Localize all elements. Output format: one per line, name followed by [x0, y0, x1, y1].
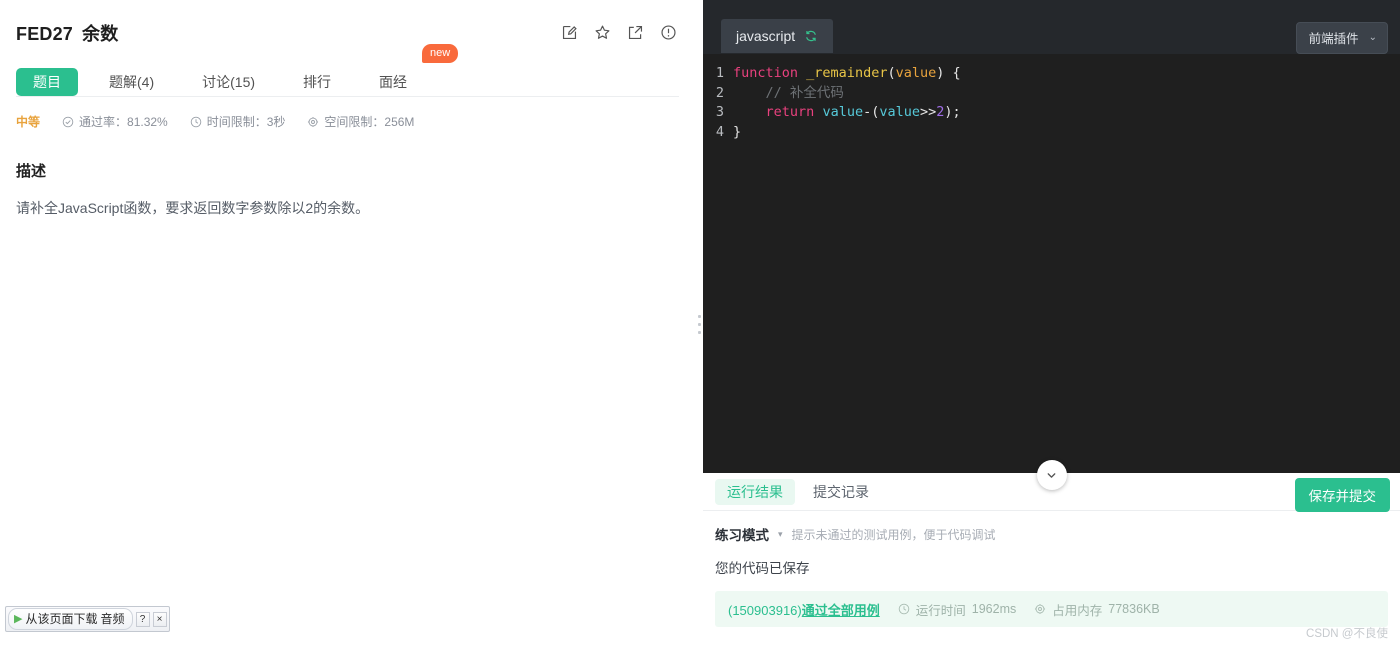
tab-ranking[interactable]: 排行 — [286, 68, 348, 96]
code-line: 1 function _remainder(value) { — [703, 64, 1400, 84]
note-edit-icon[interactable] — [561, 24, 578, 41]
description-heading: 描述 — [16, 163, 47, 180]
gear-icon — [307, 116, 319, 128]
code-lines: 1 function _remainder(value) {2 // 补全代码 3 … — [703, 64, 1400, 142]
line-number: 3 — [715, 104, 724, 120]
drag-dots-icon — [697, 314, 701, 334]
editor-top-strip — [703, 0, 1400, 18]
pass-status-text: 通过全部用例 — [801, 602, 880, 618]
memory-stat: 占用内存 77836KB — [1034, 600, 1160, 619]
result-body: 练习模式 ▾ 提示未通过的测试用例，便于代码调试 您的代码已保存 (150903… — [703, 511, 1400, 648]
practice-mode-hint: 提示未通过的测试用例，便于代码调试 — [791, 527, 996, 542]
code-line-text: return value-(value>>2); — [765, 104, 961, 120]
line-number: 2 — [715, 84, 724, 101]
code-editor[interactable]: 1 function _remainder(value) {2 // 补全代码 3 … — [703, 54, 1400, 490]
star-icon[interactable] — [594, 24, 611, 41]
description-body: 请补全JavaScript函数，要求返回数字参数除以2的余数。 — [16, 200, 370, 216]
time-limit-meta: 时间限制：3秒 — [190, 113, 286, 130]
download-label: 从该页面下载 — [25, 612, 98, 626]
clock-icon — [898, 603, 910, 615]
problem-tabs: 题目 题解(4) 讨论(15) 排行 面经 new — [16, 44, 679, 97]
language-tab-javascript[interactable]: javascript — [721, 19, 834, 53]
difficulty-badge: 中等 — [16, 115, 41, 129]
code-line-text: } — [733, 123, 742, 140]
collapse-console-button[interactable] — [1036, 460, 1067, 490]
result-panel: 运行结果 提交记录 保存并提交 练习模式 ▾ 提示未通过的测试用例，便于代码调试… — [703, 473, 1400, 648]
problem-header: FED27 余数 — [16, 0, 679, 46]
check-circle-icon — [62, 116, 74, 128]
close-icon[interactable]: × — [152, 611, 167, 627]
clock-icon — [190, 116, 202, 128]
info-circle-icon[interactable] — [660, 24, 677, 41]
runtime-value: 1962ms — [971, 602, 1017, 616]
online-judge-page: FED27 余数 题目 题解(4) 讨论(15) 排行 面经 new 中等 通过… — [0, 0, 1400, 648]
code-line-text: function _remainder(value) { — [733, 65, 961, 81]
pass-result-label: (150903916)通过全部用例 — [728, 600, 880, 619]
header-action-icons — [561, 24, 677, 41]
watermark: CSDN @不良使 — [1306, 628, 1388, 640]
line-number: 1 — [715, 65, 724, 81]
pass-result-box: (150903916)通过全部用例 运行时间 1962ms 占用内存 77836… — [715, 591, 1388, 627]
tab-run-result[interactable]: 运行结果 — [715, 478, 795, 505]
save-and-submit-button[interactable]: 保存并提交 — [1294, 478, 1390, 512]
problem-panel: FED27 余数 题目 题解(4) 讨论(15) 排行 面经 new 中等 通过… — [0, 0, 695, 648]
problem-code: FED27 — [16, 24, 74, 44]
runtime-label: 运行时间 — [915, 603, 966, 618]
practice-mode-row: 练习模式 ▾ 提示未通过的测试用例，便于代码调试 — [715, 524, 1388, 544]
pass-rate-label: 通过率：81.32% — [79, 115, 168, 129]
code-line: 4} — [703, 123, 1400, 143]
code-line: 2 // 补全代码 — [703, 84, 1400, 104]
pass-rate-meta: 通过率：81.32% — [62, 113, 168, 130]
memory-value: 77836KB — [1108, 602, 1160, 616]
submission-id: (150903916) — [728, 602, 802, 618]
tab-solutions[interactable]: 题解(4) — [92, 68, 171, 96]
caret-down-icon[interactable]: ▾ — [778, 529, 783, 540]
refresh-icon[interactable] — [804, 29, 818, 43]
tab-submission-history[interactable]: 提交记录 — [801, 479, 881, 505]
download-media-type: 音频 — [100, 612, 125, 626]
time-limit-label: 时间限制：3秒 — [206, 115, 286, 129]
tab-problem[interactable]: 题目 — [16, 68, 78, 96]
space-limit-label: 空间限制：256M — [324, 115, 415, 129]
gear-icon — [1034, 603, 1046, 615]
page-title: FED27 余数 — [16, 22, 118, 46]
tab-interview[interactable]: 面经 — [362, 68, 424, 96]
practice-mode-dropdown[interactable]: 练习模式 — [715, 524, 769, 544]
runtime-stat: 运行时间 1962ms — [898, 600, 1017, 619]
editor-tab-bar: javascript 前端插件 ⌄ — [703, 18, 1400, 54]
download-extension-bar[interactable]: ▶ 从该页面下载 音频 ? × — [5, 606, 170, 632]
line-number: 4 — [715, 123, 724, 140]
new-badge: new — [422, 44, 459, 63]
help-button[interactable]: ? — [135, 611, 150, 627]
space-limit-meta: 空间限制：256M — [307, 113, 414, 130]
problem-meta: 中等 通过率：81.32% 时间限制：3秒 空间限制：256M — [16, 113, 679, 130]
code-panel: javascript 前端插件 ⌄ 1 function _remainder(v… — [703, 0, 1400, 648]
share-external-icon[interactable] — [627, 24, 644, 41]
code-line: 3 return value-(value>>2); — [703, 103, 1400, 123]
plugin-dropdown-label: 前端插件 — [1308, 32, 1359, 46]
panel-resize-handle[interactable] — [695, 0, 703, 648]
memory-label: 占用内存 — [1052, 603, 1103, 618]
tab-discussion[interactable]: 讨论(15) — [185, 68, 272, 96]
chevron-down-icon: ⌄ — [1368, 32, 1377, 43]
language-tab-label: javascript — [736, 28, 796, 44]
code-line-text: // 补全代码 — [733, 84, 844, 101]
saved-message: 您的代码已保存 — [715, 561, 810, 576]
download-button[interactable]: ▶ 从该页面下载 音频 — [8, 608, 133, 630]
play-icon: ▶ — [14, 613, 23, 625]
plugin-dropdown[interactable]: 前端插件 ⌄ — [1295, 22, 1388, 54]
chevron-down-icon — [1045, 469, 1058, 482]
problem-title-text: 余数 — [82, 24, 119, 44]
